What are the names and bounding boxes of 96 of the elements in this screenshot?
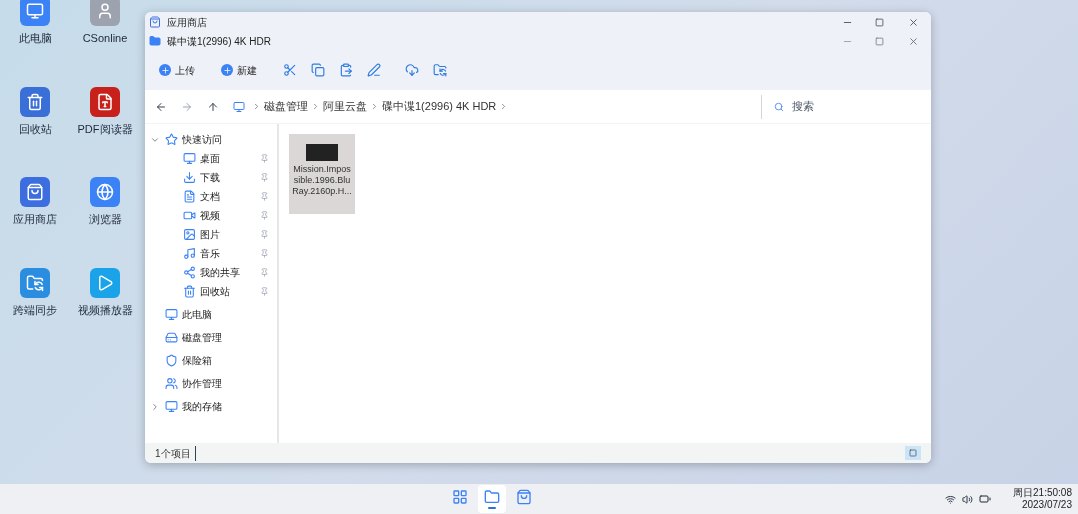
sidebar-item[interactable]: 文档 bbox=[200, 189, 260, 204]
square-icon bbox=[909, 449, 917, 457]
sidebar-item[interactable]: 回收站 bbox=[200, 284, 260, 299]
globe-icon[interactable] bbox=[90, 177, 120, 207]
sidebar-item[interactable]: 视频 bbox=[200, 208, 260, 223]
window-title: 应用商店 bbox=[167, 15, 208, 30]
music-icon bbox=[183, 247, 196, 260]
sidebar-item[interactable]: 音乐 bbox=[200, 246, 260, 261]
file-name: Mission.Impos sible.1996.Blu Ray.2160p.H... bbox=[292, 164, 352, 197]
volume-icon[interactable] bbox=[962, 493, 974, 505]
pin-icon[interactable] bbox=[260, 230, 269, 239]
share-icon bbox=[183, 266, 196, 279]
plus-icon bbox=[221, 64, 233, 76]
sidebar-item[interactable]: 此电脑 bbox=[182, 307, 269, 322]
sidebar-item[interactable]: 保险箱 bbox=[182, 353, 269, 368]
people-icon bbox=[165, 377, 178, 390]
pin-icon[interactable] bbox=[260, 173, 269, 182]
taskbar-app[interactable] bbox=[477, 485, 506, 513]
scissors-icon[interactable] bbox=[283, 63, 297, 77]
sidebar-item[interactable]: 磁盘管理 bbox=[182, 330, 269, 345]
close-icon[interactable] bbox=[908, 16, 919, 28]
monitor-icon bbox=[183, 152, 196, 165]
clock-time: 周日21:50:08 bbox=[1013, 487, 1072, 499]
folder-sync-icon[interactable] bbox=[433, 63, 447, 77]
forward-icon[interactable] bbox=[181, 100, 193, 113]
breadcrumb-item[interactable]: 阿里云盘 bbox=[323, 98, 367, 115]
desktop-icon-label[interactable]: 回收站 bbox=[18, 120, 52, 137]
wifi-icon[interactable] bbox=[945, 493, 957, 505]
folder-sync-icon[interactable] bbox=[20, 267, 50, 298]
pin-icon[interactable] bbox=[260, 249, 269, 258]
pin-icon[interactable] bbox=[260, 211, 269, 220]
tab-title: 碟中谍1(2996) 4K HDR bbox=[167, 34, 272, 49]
star-icon bbox=[165, 133, 178, 146]
cloud-download-icon[interactable] bbox=[405, 63, 419, 77]
image-icon bbox=[183, 228, 196, 241]
sidebar-item[interactable]: 我的共享 bbox=[200, 265, 260, 280]
folder-icon bbox=[149, 35, 161, 47]
video-icon bbox=[183, 209, 196, 222]
sidebar-item[interactable]: 图片 bbox=[200, 227, 260, 242]
breadcrumb-item[interactable]: 磁盘管理 bbox=[264, 98, 308, 115]
start-icon bbox=[451, 489, 468, 505]
toolbar-button[interactable]: 上传 bbox=[159, 62, 195, 78]
person-icon[interactable] bbox=[90, 0, 120, 26]
desktop-icon-label[interactable]: 浏览器 bbox=[88, 211, 122, 228]
search-icon[interactable] bbox=[774, 101, 784, 112]
chevron-right-icon[interactable] bbox=[252, 102, 261, 111]
sidebar-item[interactable]: 我的存储 bbox=[182, 399, 269, 414]
desktop-icon-label[interactable]: 此电脑 bbox=[18, 30, 52, 47]
file-item[interactable]: Mission.Impos sible.1996.Blu Ray.2160p.H... bbox=[289, 134, 355, 214]
monitor-icon[interactable] bbox=[20, 0, 50, 26]
trash-icon bbox=[183, 285, 196, 298]
monitor-icon bbox=[165, 400, 178, 413]
video-thumbnail bbox=[306, 144, 338, 161]
clock-date: 2023/07/23 bbox=[1021, 499, 1072, 511]
document-icon bbox=[183, 190, 196, 203]
shopping-bag-icon bbox=[515, 489, 532, 505]
pin-icon[interactable] bbox=[260, 154, 269, 163]
breadcrumb-item[interactable]: 碟中谍1(2996) 4K HDR bbox=[382, 98, 497, 115]
back-icon[interactable] bbox=[155, 100, 167, 113]
toolbar-button[interactable]: 新建 bbox=[221, 62, 257, 78]
desktop-icon-label[interactable]: CSonline bbox=[82, 30, 128, 47]
download-icon bbox=[183, 171, 196, 184]
pin-icon[interactable] bbox=[260, 287, 269, 296]
document-icon[interactable] bbox=[90, 86, 120, 117]
chevron-right-icon[interactable] bbox=[311, 102, 320, 111]
view-toggle-button[interactable] bbox=[905, 446, 921, 460]
shopping-bag-icon[interactable] bbox=[20, 177, 50, 207]
desktop-icon-label[interactable]: 跨端同步 bbox=[13, 301, 57, 318]
pin-icon[interactable] bbox=[260, 268, 269, 277]
chevron-right-icon[interactable] bbox=[370, 102, 379, 111]
desktop-icon-label[interactable]: 应用商店 bbox=[13, 211, 57, 228]
status-count: 1个项目 bbox=[155, 445, 196, 461]
clipboard-icon[interactable] bbox=[339, 63, 353, 77]
monitor-icon bbox=[165, 308, 178, 321]
sidebar-item[interactable]: 协作管理 bbox=[182, 376, 269, 391]
up-icon[interactable] bbox=[207, 100, 219, 113]
pen-icon[interactable] bbox=[367, 63, 381, 77]
copy-icon[interactable] bbox=[311, 63, 325, 77]
search-field[interactable]: 搜索 bbox=[792, 98, 912, 115]
monitor-icon bbox=[233, 100, 245, 113]
drive-icon bbox=[165, 331, 178, 344]
chevron-right-icon[interactable] bbox=[150, 401, 160, 412]
sidebar-item[interactable]: 下载 bbox=[200, 170, 260, 185]
pin-icon[interactable] bbox=[260, 192, 269, 201]
battery-icon[interactable] bbox=[979, 493, 992, 505]
close-icon[interactable] bbox=[908, 35, 919, 47]
desktop-icon-label[interactable]: PDF阅读器 bbox=[77, 120, 133, 137]
plus-icon bbox=[159, 64, 171, 76]
sidebar-item[interactable]: 快速访问 bbox=[182, 132, 269, 147]
play-icon[interactable] bbox=[90, 267, 120, 298]
shopping-bag-icon bbox=[149, 16, 161, 28]
sidebar-item[interactable]: 桌面 bbox=[200, 151, 260, 166]
trash-icon[interactable] bbox=[20, 86, 50, 117]
folder-icon bbox=[483, 489, 500, 505]
desktop-icon-label[interactable]: 视频播放器 bbox=[77, 301, 133, 318]
shield-icon bbox=[165, 354, 178, 367]
